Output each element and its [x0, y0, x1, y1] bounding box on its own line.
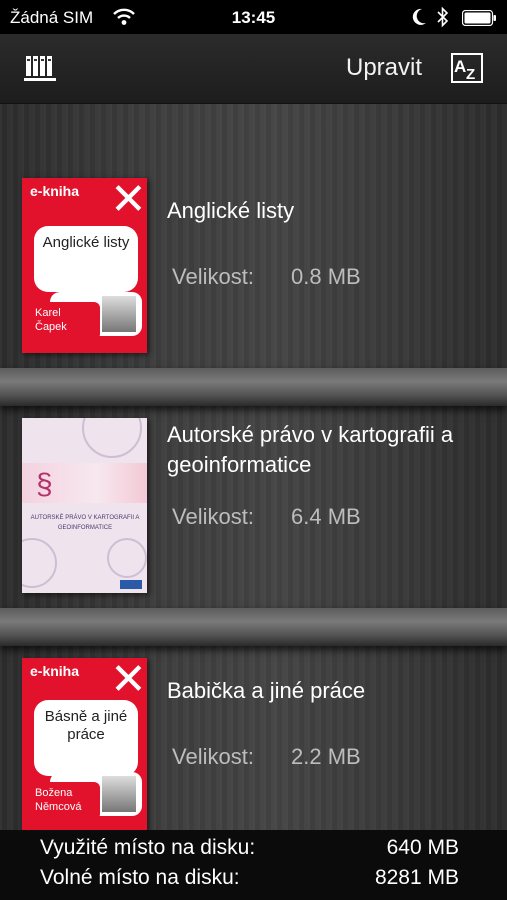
sort-az-icon[interactable]: A Z	[451, 53, 483, 83]
book-item-anglicke-listy[interactable]: e-kniha ✕ Anglické listy Karel Čapek Ang…	[0, 178, 507, 358]
author-portrait	[100, 294, 138, 334]
cover-title: Básně a jiné práce	[34, 700, 138, 776]
book-cover: e-kniha ✕ Anglické listy Karel Čapek	[22, 178, 147, 353]
top-toolbar: Upravit A Z	[0, 34, 507, 104]
book-item-autorske-pravo[interactable]: § AUTORSKÉ PRÁVO V KARTOGRAFII A GEOINFO…	[0, 418, 507, 598]
bookshelf: e-kniha ✕ Anglické listy Karel Čapek Ang…	[0, 104, 507, 833]
author-portrait	[100, 774, 138, 814]
cover-title: Anglické listy	[34, 226, 138, 292]
size-label: Velikost:	[172, 504, 254, 529]
edit-button[interactable]: Upravit	[346, 54, 422, 82]
status-bar: Žádná SIM 13:45	[0, 0, 507, 34]
book-title: Anglické listy	[167, 198, 295, 223]
bluetooth-icon	[437, 6, 449, 28]
svg-text:A: A	[454, 57, 466, 76]
ekniha-badge: e-kniha	[30, 663, 80, 679]
book-cover: e-kniha ✕ Básně a jiné práce Božena Němc…	[22, 658, 147, 833]
cover-author: Božena Němcová	[30, 782, 100, 820]
clock: 13:45	[231, 8, 276, 27]
free-space-label: Volné místo na disku:	[40, 866, 240, 889]
size-value: 0.8 MB	[291, 264, 361, 289]
free-space-value: 8281 MB	[374, 866, 459, 889]
disk-usage-footer: Využité místo na disku: 640 MB Volné mís…	[0, 830, 507, 900]
ekniha-x-logo: ✕	[110, 178, 147, 225]
publisher-logo	[120, 580, 142, 589]
size-label: Velikost:	[172, 744, 254, 769]
shelf-plank	[0, 368, 507, 406]
used-space-label: Využité místo na disku:	[40, 836, 256, 859]
battery-icon	[462, 10, 496, 26]
paragraph-symbol: §	[36, 468, 53, 501]
shelf-plank	[0, 608, 507, 646]
book-cover: § AUTORSKÉ PRÁVO V KARTOGRAFII A GEOINFO…	[22, 418, 147, 593]
size-label: Velikost:	[172, 264, 254, 289]
book-item-babicka[interactable]: e-kniha ✕ Básně a jiné práce Božena Němc…	[0, 658, 507, 838]
size-value: 6.4 MB	[291, 504, 361, 529]
moon-icon	[412, 8, 426, 25]
used-space-value: 640 MB	[386, 836, 459, 859]
size-value: 2.2 MB	[291, 744, 361, 769]
cover-title: AUTORSKÉ PRÁVO V KARTOGRAFII A GEOINFORM…	[30, 515, 140, 531]
ekniha-x-logo: ✕	[110, 658, 147, 705]
bookshelf-icon[interactable]	[24, 52, 58, 84]
book-title: Babička a jiné práce	[167, 678, 366, 703]
cover-author: Karel Čapek	[30, 302, 100, 340]
book-title: Autorské právo v kartografii a geoinform…	[167, 422, 454, 477]
svg-text:Z: Z	[466, 66, 475, 83]
ekniha-badge: e-kniha	[30, 183, 80, 199]
